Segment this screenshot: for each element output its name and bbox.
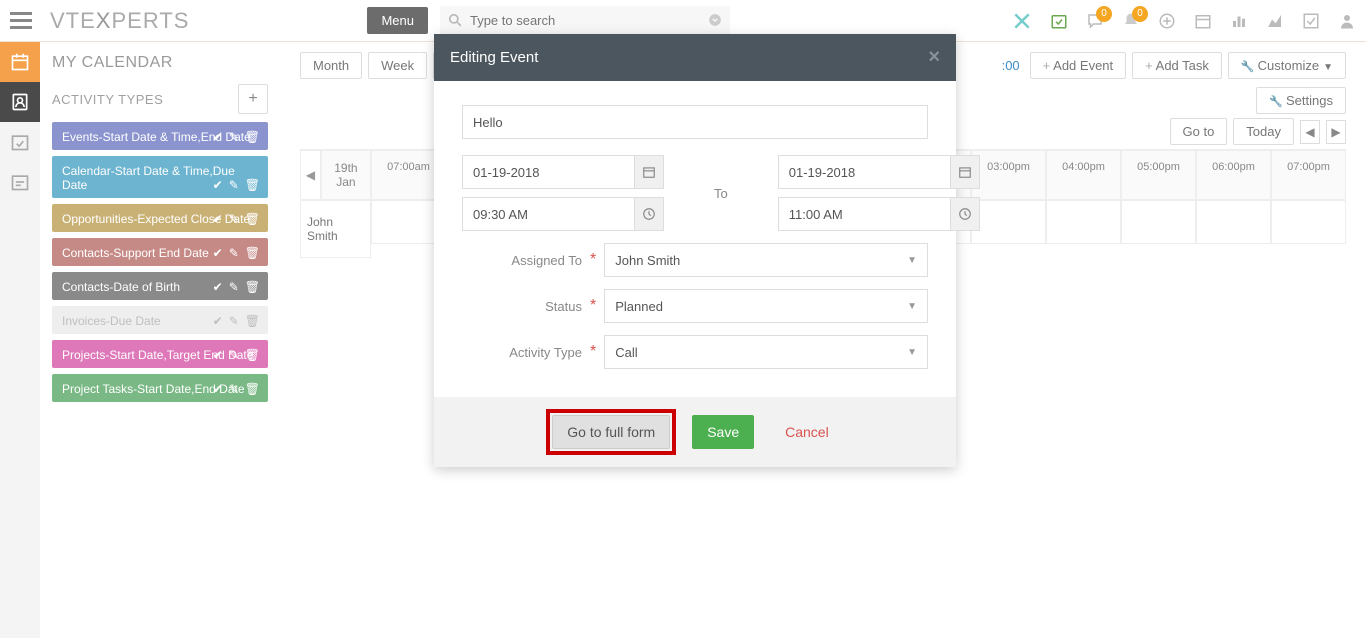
- status-label: Status: [462, 299, 582, 314]
- date-from-input[interactable]: [462, 155, 634, 189]
- modal-header: Editing Event ×: [434, 34, 956, 81]
- date-to-picker-icon[interactable]: [950, 155, 980, 189]
- edit-event-modal: Editing Event × To: [434, 34, 956, 467]
- cancel-button[interactable]: Cancel: [770, 415, 844, 449]
- time-from-input[interactable]: [462, 197, 634, 231]
- status-select[interactable]: Planned▼: [604, 289, 928, 323]
- activity-type-label: Activity Type: [462, 345, 582, 360]
- date-to-wrap: [778, 155, 980, 189]
- time-from-picker-icon[interactable]: [634, 197, 664, 231]
- go-to-full-form-highlight: Go to full form: [546, 409, 676, 455]
- modal-footer: Go to full form Save Cancel: [434, 397, 956, 467]
- time-to-wrap: [778, 197, 980, 231]
- activity-type-select[interactable]: Call▼: [604, 335, 928, 369]
- time-from-wrap: [462, 197, 664, 231]
- date-from-wrap: [462, 155, 664, 189]
- close-icon[interactable]: ×: [928, 46, 940, 69]
- assigned-to-select[interactable]: John Smith▼: [604, 243, 928, 277]
- date-to-input[interactable]: [778, 155, 950, 189]
- assigned-to-label: Assigned To: [462, 253, 582, 268]
- time-to-input[interactable]: [778, 197, 950, 231]
- go-to-full-form-button[interactable]: Go to full form: [552, 415, 670, 449]
- modal-backdrop: Editing Event × To: [0, 0, 1366, 638]
- modal-title: Editing Event: [450, 49, 538, 66]
- date-from-picker-icon[interactable]: [634, 155, 664, 189]
- to-label: To: [708, 186, 734, 201]
- time-to-picker-icon[interactable]: [950, 197, 980, 231]
- save-button[interactable]: Save: [692, 415, 754, 449]
- event-name-input[interactable]: [462, 105, 928, 139]
